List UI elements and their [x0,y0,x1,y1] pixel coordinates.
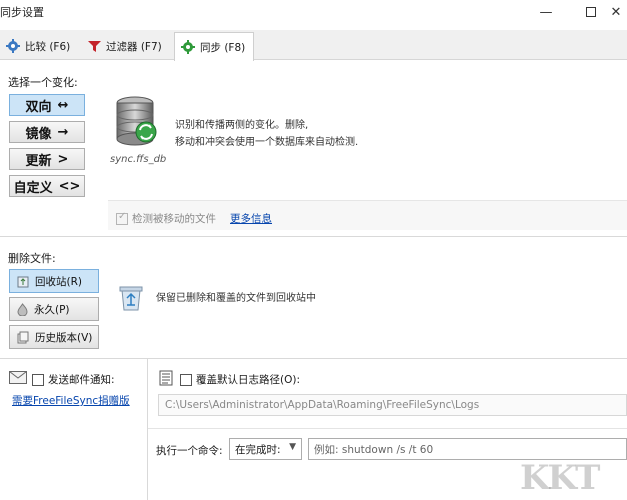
deletion-recycle-button[interactable]: 回收站(R) [9,269,99,293]
minimize-button[interactable]: — [526,1,566,23]
flame-icon [17,302,28,316]
bottom-vertical-divider [147,359,148,500]
maximize-icon [586,7,596,17]
variant-update-label: 更新 [25,153,52,169]
log-path-row[interactable]: 覆盖默认日志路径(O): [180,372,300,387]
log-path-label: 覆盖默认日志路径(O): [196,374,300,386]
email-checkbox[interactable] [32,373,44,386]
recycle-bin-large-icon [119,286,143,311]
window-title: 同步设置 [0,6,44,19]
custom-arrows-icon: <> [58,178,81,194]
deletion-permanent-button[interactable]: 永久(P) [9,297,99,321]
log-path-input[interactable]: C:\Users\Administrator\AppData\Roaming\F… [158,394,627,416]
versioning-icon [17,331,29,343]
command-trigger-value: 在完成时: [235,443,281,456]
deletion-versioning-button[interactable]: 历史版本(V) [9,325,99,349]
tab-sync[interactable]: 同步 (F8) [174,32,254,61]
tab-sync-label: 同步 (F8) [200,41,246,54]
deletion-heading: 删除文件: [8,252,56,265]
email-label: 发送邮件通知: [48,374,115,386]
email-row[interactable]: 发送邮件通知: [32,372,115,387]
variant-mirror-button[interactable]: 镜像 → [9,121,85,143]
funnel-red-icon [88,40,101,52]
command-trigger-select[interactable]: 在完成时: ▼ [229,438,302,460]
variant-custom-button[interactable]: 自定义 <> [9,175,85,197]
more-info-link[interactable]: 更多信息 [230,211,272,226]
variant-description-line1: 识别和传播两侧的变化。删除, [175,120,309,131]
right-arrow-icon: → [57,124,69,140]
tab-filter-label: 过滤器 (F7) [106,40,162,53]
chevron-right-icon: > [57,151,69,167]
detect-moved-label: 检测被移动的文件 [132,213,216,225]
deletion-recycle-label: 回收站(R) [35,275,82,288]
variant-description-line2: 移动和冲突会使用一个数据库来自动检测. [175,137,359,148]
variant-update-button[interactable]: 更新 > [9,148,85,170]
gear-green-icon [181,40,195,54]
log-path-checkbox[interactable] [180,373,192,386]
watermark: KKT [520,458,600,498]
variant-mirror-label: 镜像 [25,126,52,142]
recycle-bin-icon [17,276,29,287]
close-button[interactable]: ✕ [605,1,627,23]
variant-two-way-label: 双向 [25,99,52,115]
tab-compare[interactable]: 比较 (F6) [0,32,80,60]
deletion-versioning-label: 历史版本(V) [35,331,93,344]
deletion-description: 保留已删除和覆盖的文件到回收站中 [156,293,316,304]
chevron-down-icon: ▼ [289,442,296,452]
detect-moved-row[interactable]: 检测被移动的文件 [116,211,216,226]
database-icon [116,96,157,146]
deletion-permanent-label: 永久(P) [34,303,70,316]
variant-heading: 选择一个变化: [8,76,78,89]
two-way-arrow-icon: ↔ [57,97,69,113]
title-bar: 同步设置 — ✕ [0,0,627,26]
variant-two-way-button[interactable]: 双向 ↔ [9,94,85,116]
command-input[interactable]: 例如: shutdown /s /t 60 [308,438,627,460]
tab-filter[interactable]: 过滤器 (F7) [82,32,174,60]
section-divider [0,236,627,237]
detect-moved-checkbox[interactable] [116,211,128,225]
log-file-icon [159,370,173,386]
command-placeholder: 例如: shutdown /s /t 60 [314,443,434,456]
db-filename: sync.ffs_db [110,154,167,165]
tab-compare-label: 比较 (F6) [25,40,71,53]
donate-link[interactable]: 需要FreeFileSync捐赠版 [12,393,130,408]
command-divider [148,428,627,429]
command-label: 执行一个命令: [156,445,223,457]
bottom-divider [0,358,627,359]
envelope-icon [9,371,27,384]
variant-custom-label: 自定义 [13,180,53,196]
gear-blue-icon [6,39,20,53]
